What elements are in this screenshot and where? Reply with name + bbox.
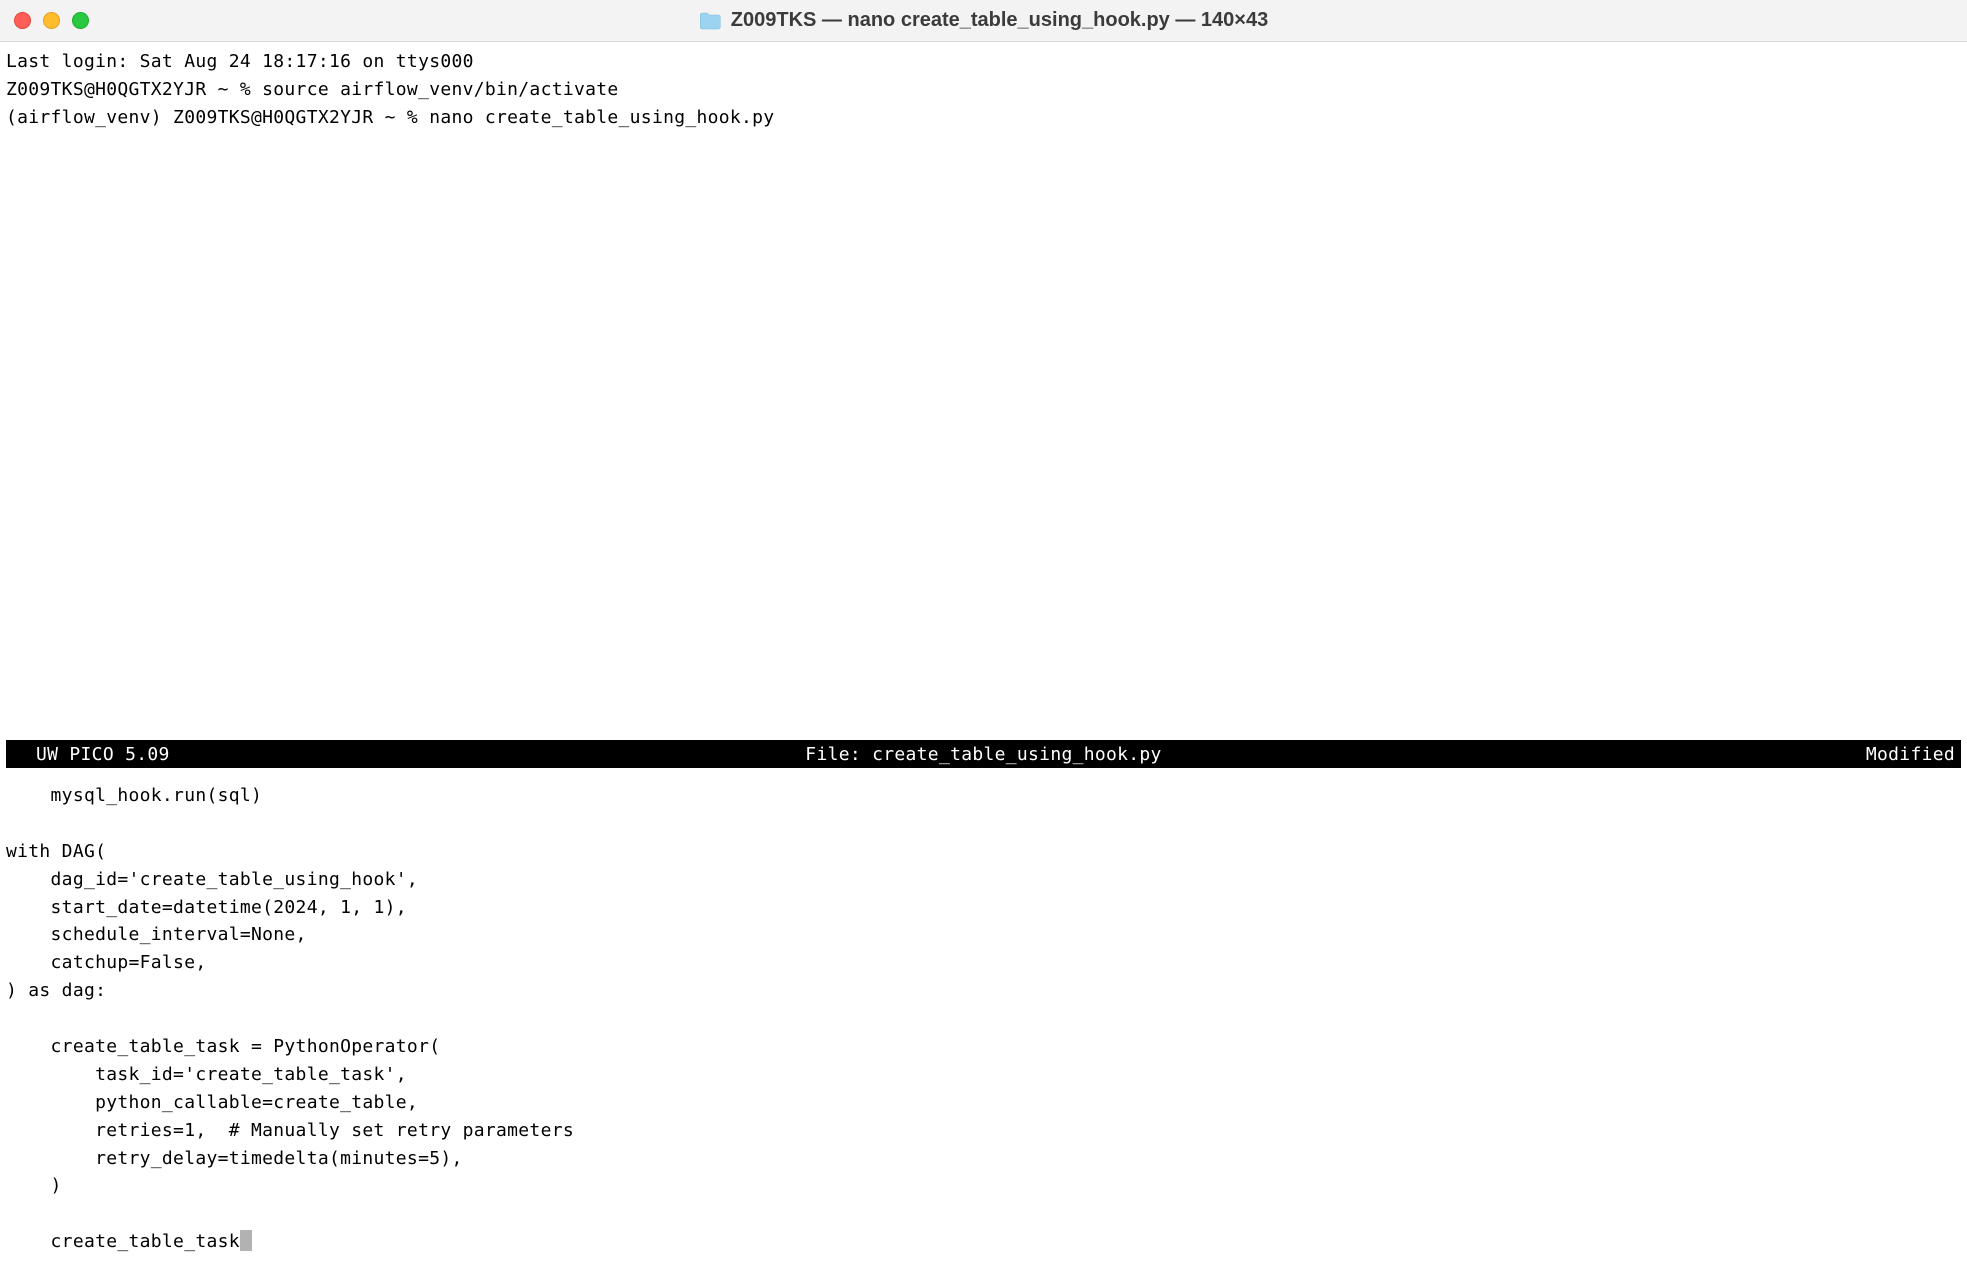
window-titlebar: Z009TKS — nano create_table_using_hook.p… [0,0,1967,42]
cursor [240,1230,252,1251]
close-button[interactable] [14,12,31,29]
terminal-scrollback[interactable]: Last login: Sat Aug 24 18:17:16 on ttys0… [0,42,1967,138]
maximize-button[interactable] [72,12,89,29]
folder-icon [699,12,721,30]
terminal-text: Last login: Sat Aug 24 18:17:16 on ttys0… [6,51,774,128]
window-title-wrap: Z009TKS — nano create_table_using_hook.p… [699,9,1268,32]
nano-version: UW PICO 5.09 [12,744,170,765]
traffic-lights [0,12,89,29]
nano-header: UW PICO 5.09 File: create_table_using_ho… [6,740,1961,768]
window-title: Z009TKS — nano create_table_using_hook.p… [731,9,1268,32]
nano-content: mysql_hook.run(sql) with DAG( dag_id='cr… [6,785,574,1252]
minimize-button[interactable] [43,12,60,29]
nano-filename: File: create_table_using_hook.py [805,744,1161,765]
nano-editor-area[interactable]: mysql_hook.run(sql) with DAG( dag_id='cr… [6,768,1961,1256]
nano-modified-flag: Modified [1866,744,1955,765]
